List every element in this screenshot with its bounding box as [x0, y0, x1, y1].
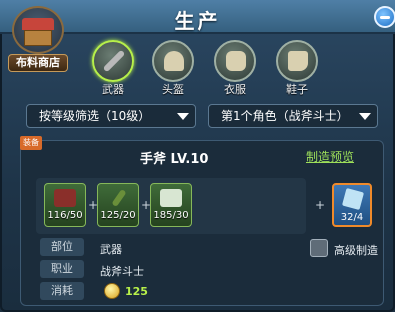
material-count: 116/50	[47, 210, 83, 221]
helmet-icon	[152, 40, 194, 82]
minus-icon	[380, 16, 390, 19]
cloth-shop-button[interactable]: 布料商店	[8, 6, 68, 72]
material-slot-wand[interactable]: 125/20	[97, 183, 139, 227]
boot-icon	[276, 40, 318, 82]
tab-weapon-label: 武器	[102, 83, 124, 96]
info-label-cost: 消耗	[40, 282, 84, 300]
tab-clothes-label: 衣服	[224, 83, 246, 96]
item-name: 手斧 LV.10	[140, 152, 209, 167]
plus-sign: +	[315, 198, 326, 212]
material-slot-cloth[interactable]: 185/30	[150, 183, 192, 227]
gold-coin-icon	[104, 283, 120, 299]
shop-crate-shape	[24, 30, 52, 46]
axe-icon	[92, 40, 134, 82]
role-filter-value: 第1个角色（战斧斗士）	[221, 109, 349, 123]
tab-helmet-label: 头盔	[162, 83, 184, 96]
info-value-slot: 武器	[100, 243, 122, 256]
material-slot-ore[interactable]: 116/50	[44, 183, 86, 227]
crystal-icon	[341, 187, 365, 211]
craft-preview-link[interactable]: 制造预览	[306, 148, 354, 165]
material-count: 125/20	[100, 210, 136, 221]
shop-roof-shape	[22, 18, 54, 30]
armor-icon	[214, 40, 256, 82]
tab-shoes-label: 鞋子	[286, 83, 308, 96]
tab-helmet[interactable]: 头盔	[150, 40, 196, 96]
info-value-class: 战斧斗士	[100, 265, 144, 278]
role-filter-select[interactable]: 第1个角色（战斧斗士）	[208, 104, 378, 128]
level-filter-value: 按等级筛选（10级）	[39, 109, 151, 123]
advanced-craft-checkbox[interactable]	[310, 239, 328, 257]
cloth-icon	[160, 189, 182, 207]
level-filter-select[interactable]: 按等级筛选（10级）	[26, 104, 196, 128]
info-value-cost: 125	[125, 285, 148, 298]
chevron-down-icon	[359, 113, 371, 120]
ore-icon	[54, 189, 76, 207]
collapse-button[interactable]	[374, 6, 395, 28]
result-count: 32/4	[340, 212, 364, 223]
tab-shoes[interactable]: 鞋子	[274, 40, 320, 96]
tab-weapon[interactable]: 武器	[90, 40, 136, 96]
material-count: 185/30	[153, 210, 189, 221]
info-label-class: 职业	[40, 260, 84, 278]
shop-label: 布料商店	[8, 54, 68, 72]
craft-result-slot[interactable]: 32/4	[332, 183, 372, 227]
item-tag-badge: 装备	[20, 136, 42, 150]
tab-clothes[interactable]: 衣服	[212, 40, 258, 96]
info-label-slot: 部位	[40, 238, 84, 256]
advanced-craft-label: 高级制造	[334, 244, 378, 257]
wand-icon	[111, 188, 127, 208]
chevron-down-icon	[177, 113, 189, 120]
shop-icon	[12, 6, 64, 54]
